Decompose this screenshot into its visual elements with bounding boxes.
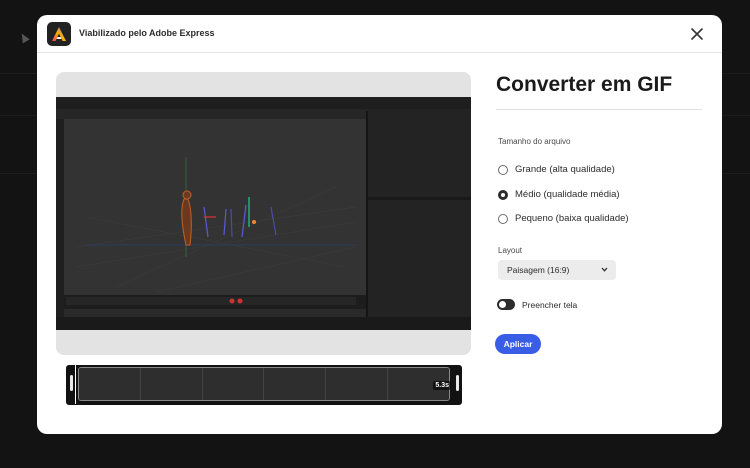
file-size-label: Tamanho do arquivo: [498, 137, 571, 146]
trim-timeline[interactable]: 5.3s: [66, 357, 462, 405]
layout-dropdown[interactable]: Paisagem (16:9): [498, 260, 616, 280]
chevron-down-icon: [601, 267, 608, 272]
radio-label: Médio (qualidade média): [515, 189, 620, 200]
toggle-knob: [499, 301, 506, 308]
playhead-knob[interactable]: [73, 357, 79, 363]
radio-option-small[interactable]: Pequeno (baixa qualidade): [498, 213, 629, 224]
convert-gif-dialog: Viabilizado pelo Adobe Express 5.3s Conv…: [37, 15, 722, 434]
radio-button-selected[interactable]: [498, 189, 508, 200]
apply-button[interactable]: Aplicar: [495, 334, 541, 354]
background-cursor: [18, 31, 30, 44]
trim-end-handle[interactable]: [456, 375, 459, 391]
video-preview[interactable]: [56, 97, 471, 330]
timeline-frame: [79, 368, 141, 400]
radio-option-large[interactable]: Grande (alta qualidade): [498, 164, 615, 175]
timeline-frame: [326, 368, 389, 400]
close-icon[interactable]: [688, 25, 706, 43]
fill-screen-label: Preencher tela: [522, 299, 578, 310]
radio-option-medium[interactable]: Médio (qualidade média): [498, 189, 620, 200]
layout-dropdown-value: Paisagem (16:9): [507, 265, 570, 275]
layout-label: Layout: [498, 246, 523, 255]
radio-label: Pequeno (baixa qualidade): [515, 213, 629, 224]
radio-button[interactable]: [498, 213, 508, 224]
timeline-frame: [140, 368, 203, 400]
panel-divider: [496, 109, 702, 110]
fill-screen-toggle[interactable]: [497, 299, 515, 310]
radio-label: Grande (alta qualidade): [515, 164, 615, 175]
playhead[interactable]: [75, 359, 76, 404]
dialog-title: Viabilizado pelo Adobe Express: [79, 28, 215, 38]
trim-start-handle[interactable]: [70, 375, 73, 391]
dialog-header: Viabilizado pelo Adobe Express: [37, 15, 722, 53]
timeline-frames: [78, 367, 450, 401]
clip-duration: 5.3s: [433, 381, 451, 390]
timeline-frame: [264, 368, 327, 400]
video-frame-image: [56, 97, 471, 330]
fill-screen-toggle-row[interactable]: Preencher tela: [497, 299, 577, 310]
radio-button[interactable]: [498, 164, 508, 175]
adobe-express-logo-icon: [47, 22, 71, 46]
video-preview-area: [56, 72, 471, 355]
panel-title: Converter em GIF: [496, 73, 673, 96]
timeline-frame: [202, 368, 265, 400]
